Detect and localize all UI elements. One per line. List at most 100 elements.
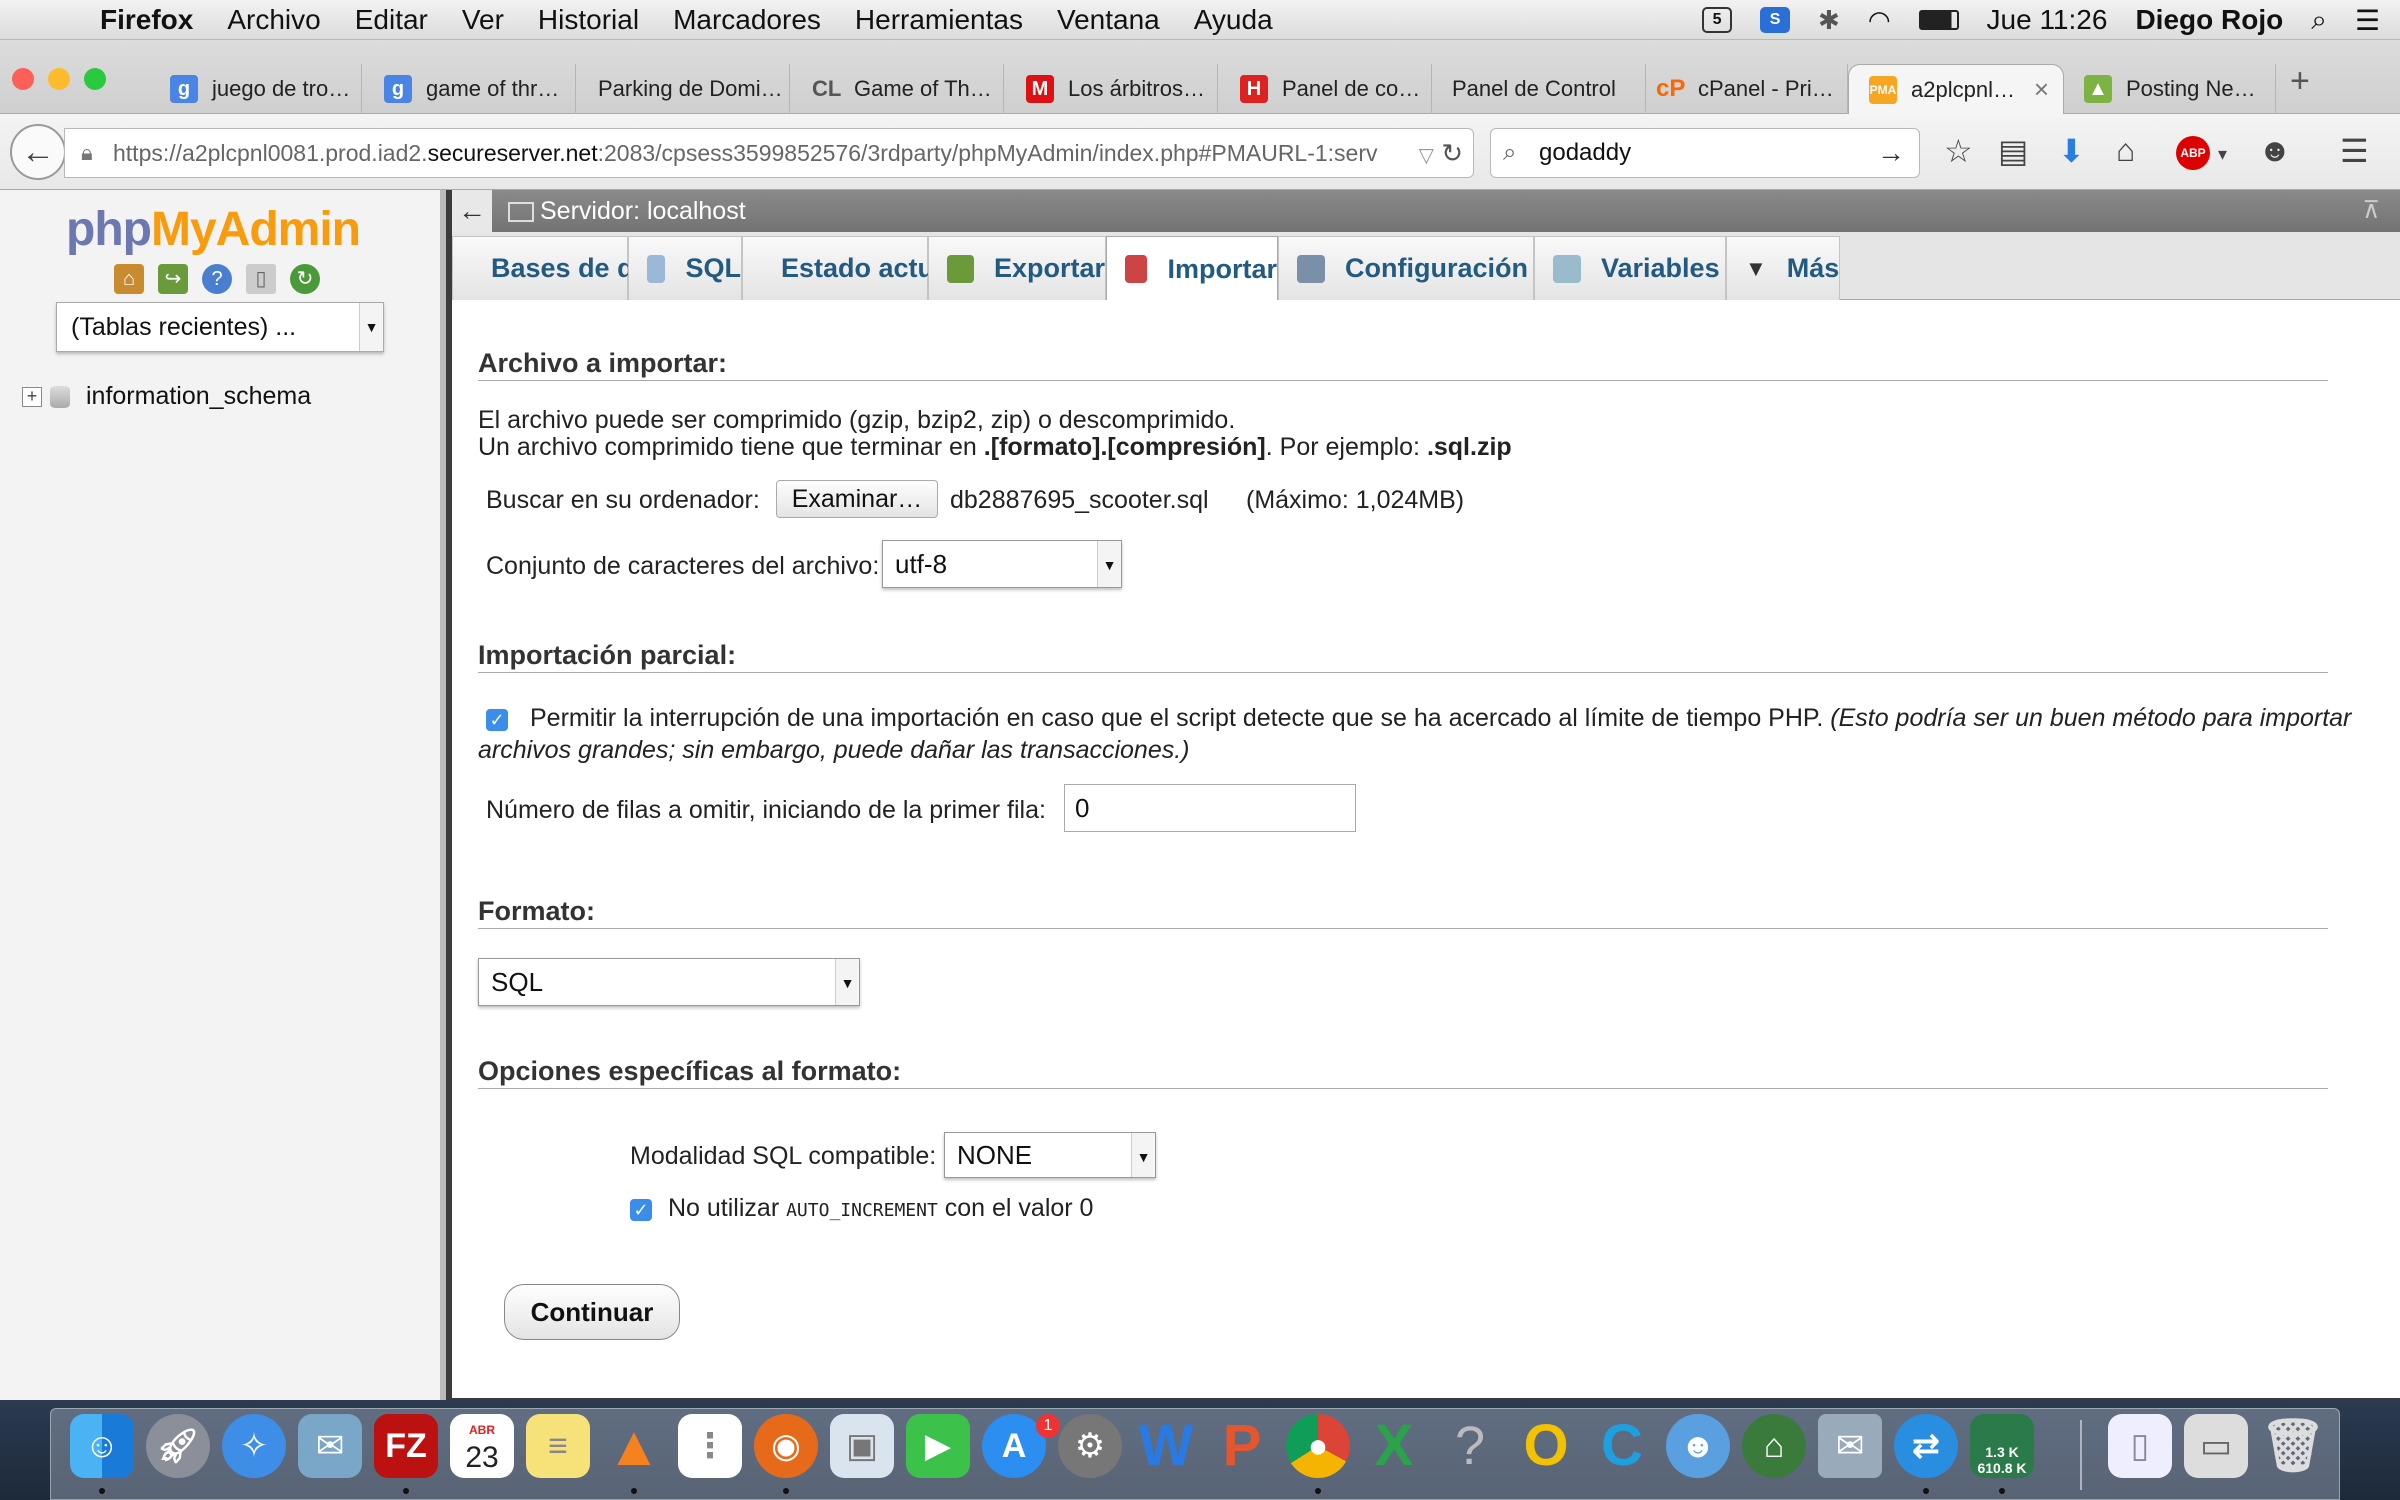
outlook-icon[interactable]: O	[1514, 1414, 1578, 1478]
unknown-app-icon[interactable]: ?	[1438, 1414, 1502, 1478]
shield-status-icon[interactable]: 5	[1702, 7, 1733, 33]
allow-interrupt-checkbox[interactable]: ✓	[486, 709, 508, 731]
close-icon[interactable]: ×	[2034, 74, 2049, 105]
tab-importar[interactable]: Importar	[1106, 236, 1278, 301]
tab-configuracion[interactable]: Configuración	[1278, 236, 1534, 300]
browse-button[interactable]: Examinar…	[776, 480, 938, 518]
downloads-stack-icon[interactable]: ▭	[2184, 1414, 2248, 1478]
back-button[interactable]: ←	[10, 124, 66, 180]
chevron-down-icon[interactable]: ▾	[2218, 144, 2227, 165]
recent-tables-select[interactable]: (Tablas recientes) ... ▼	[56, 302, 384, 352]
expand-icon[interactable]: +	[22, 386, 42, 407]
bluetooth-icon[interactable]: ✱	[1818, 5, 1840, 36]
spotlight-search-icon[interactable]: ⌕	[2311, 4, 2327, 37]
user-name[interactable]: Diego Rojo	[2135, 4, 2283, 36]
menu-marcadores[interactable]: Marcadores	[673, 4, 821, 36]
documentation-icon[interactable]: ▯	[246, 264, 276, 294]
browser-tab-active[interactable]: PMA a2plcpnl… ×	[1848, 64, 2064, 114]
launchpad-icon[interactable]: 🚀︎	[146, 1414, 210, 1478]
bookmark-star-icon[interactable]: ☆	[1944, 132, 1973, 170]
powerpoint-icon[interactable]: P	[1210, 1414, 1274, 1478]
firefox-icon[interactable]: ◉	[754, 1414, 818, 1478]
tab-sql[interactable]: SQL	[628, 236, 742, 300]
menu-herramientas[interactable]: Herramientas	[855, 4, 1023, 36]
reading-list-icon[interactable]: ▤	[1998, 132, 2028, 170]
phpmyadmin-logo[interactable]: phpMyAdmin	[66, 202, 361, 257]
window-close-button[interactable]	[12, 68, 34, 90]
mail-icon[interactable]: ✉	[298, 1414, 362, 1478]
database-name[interactable]: information_schema	[86, 382, 311, 411]
scroll-top-icon[interactable]: ⊼	[2362, 190, 2380, 232]
browser-tab[interactable]: M Los árbitros…	[1006, 64, 1218, 114]
system-preferences-icon[interactable]: ⚙	[1058, 1414, 1122, 1478]
browser-tab[interactable]: Parking de Domi…	[578, 64, 790, 114]
search-go-icon[interactable]: →	[1877, 129, 1905, 177]
battery-icon[interactable]	[1918, 10, 1959, 30]
window-minimize-button[interactable]	[48, 68, 70, 90]
trash-icon[interactable]: 🗑︎	[2260, 1414, 2326, 1478]
help-icon[interactable]: ?	[202, 264, 232, 294]
chat-icon[interactable]: ☻	[2258, 132, 2292, 169]
tab-variables[interactable]: Variables	[1534, 236, 1726, 300]
tab-estado-actual[interactable]: Estado actual	[742, 236, 957, 300]
logout-icon[interactable]: ↪	[158, 264, 188, 294]
wifi-icon[interactable]: ◠	[1868, 5, 1891, 36]
calendar-icon[interactable]: ABR 23	[450, 1414, 514, 1478]
reminders-icon[interactable]: ⋮	[678, 1414, 742, 1478]
menu-firefox[interactable]: Firefox	[100, 4, 193, 36]
new-tab-button[interactable]: +	[2290, 62, 2310, 101]
safari-icon[interactable]: ✧	[222, 1414, 286, 1478]
sql-compat-select[interactable]: NONE ▼	[944, 1132, 1156, 1178]
skype-status-icon[interactable]: S	[1760, 7, 1791, 33]
clock[interactable]: Jue 11:26	[1987, 4, 2108, 36]
menu-ayuda[interactable]: Ayuda	[1194, 4, 1273, 36]
menu-archivo[interactable]: Archivo	[227, 4, 320, 36]
browser-tab[interactable]: CL Game of Th…	[792, 64, 1004, 114]
menu-ventana[interactable]: Ventana	[1057, 4, 1160, 36]
facetime-icon[interactable]: ▶	[906, 1414, 970, 1478]
vlc-icon[interactable]: ▲	[602, 1414, 666, 1478]
finder-icon[interactable]: ☺	[70, 1414, 134, 1478]
network-utility-icon[interactable]: ⌂	[1742, 1414, 1806, 1478]
remote-desktop-icon[interactable]: ✉	[1818, 1414, 1882, 1478]
format-select[interactable]: SQL ▼	[478, 958, 860, 1006]
adblock-icon[interactable]: ABP	[2176, 136, 2210, 170]
window-zoom-button[interactable]	[84, 68, 106, 90]
downloads-icon[interactable]: ⬇	[2058, 132, 2085, 170]
excel-icon[interactable]: X	[1362, 1414, 1426, 1478]
tab-bases-de-datos[interactable]: Bases de datos	[452, 236, 689, 300]
charset-select[interactable]: utf-8 ▼	[882, 540, 1122, 588]
word-icon[interactable]: W	[1134, 1414, 1198, 1478]
chrome-icon[interactable]: ●	[1286, 1414, 1350, 1478]
menu-editar[interactable]: Editar	[355, 4, 428, 36]
reload-icon[interactable]: ↻	[290, 264, 320, 294]
preview-icon[interactable]: ▣	[830, 1414, 894, 1478]
documents-stack-icon[interactable]: ▯	[2108, 1414, 2172, 1478]
browser-tab[interactable]: cP cPanel - Pri…	[1636, 64, 1848, 114]
notes-icon[interactable]: ≡	[526, 1414, 590, 1478]
browser-tab[interactable]: H Panel de co…	[1220, 64, 1432, 114]
browser-tab[interactable]: g game of thr…	[364, 64, 576, 114]
collapse-panel-arrow-icon[interactable]: ←	[452, 190, 492, 232]
no-auto-increment-checkbox[interactable]: ✓	[630, 1199, 652, 1221]
tab-exportar[interactable]: Exportar	[928, 236, 1106, 300]
filezilla-icon[interactable]: FZ	[374, 1414, 438, 1478]
teamviewer-icon[interactable]: ⇄	[1894, 1414, 1958, 1478]
menu-ver[interactable]: Ver	[462, 4, 504, 36]
browser-tab[interactable]: Panel de Control	[1434, 64, 1646, 114]
messenger-icon[interactable]: ☻	[1666, 1414, 1730, 1478]
dropdown-icon[interactable]: ▽	[1419, 145, 1434, 167]
database-tree-item[interactable]: + information_schema	[22, 382, 311, 411]
server-breadcrumb[interactable]: Servidor: localhost	[508, 190, 746, 232]
menu-historial[interactable]: Historial	[538, 4, 639, 36]
reload-icon[interactable]: ↻	[1441, 138, 1463, 168]
network-monitor-icon[interactable]: 1.3 K 610.8 K	[1970, 1414, 2034, 1478]
browser-tab[interactable]: ▲ Posting Ne…	[2064, 64, 2276, 114]
tab-mas[interactable]: ▼ Más	[1726, 236, 1840, 300]
hamburger-menu-icon[interactable]: ☰	[2340, 132, 2369, 170]
notification-center-icon[interactable]: ☰	[2355, 4, 2380, 37]
browser-tab[interactable]: g juego de tro…	[150, 64, 362, 114]
cyberduck-icon[interactable]: C	[1590, 1414, 1654, 1478]
search-bar[interactable]: ⌕ godaddy →	[1490, 128, 1920, 178]
home-icon[interactable]: ⌂	[114, 264, 144, 294]
